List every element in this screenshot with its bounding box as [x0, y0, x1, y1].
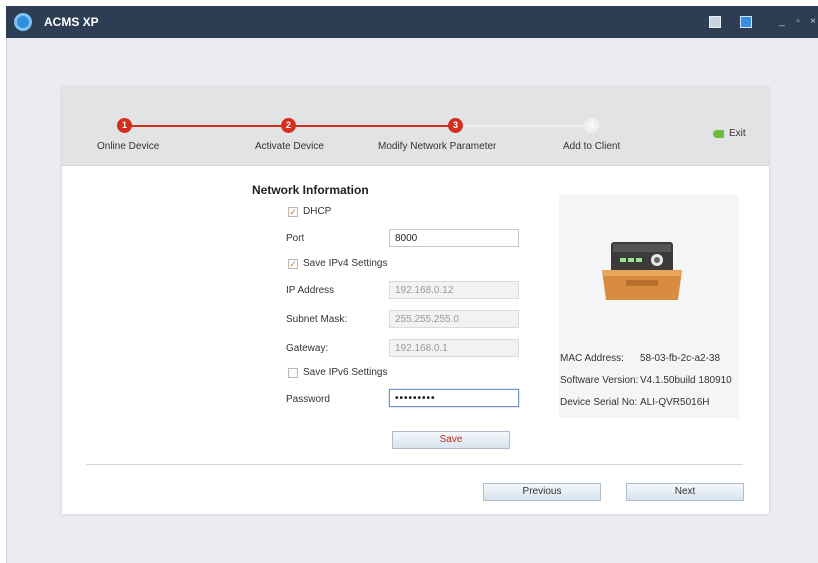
gateway-input[interactable]: 192.168.0.1 — [389, 339, 519, 357]
device-info-panel: MAC Address: 58-03-fb-2c-a2-38 Software … — [559, 195, 739, 418]
mac-address-row: MAC Address: 58-03-fb-2c-a2-38 — [560, 353, 720, 364]
save-ipv4-checkbox[interactable]: ✓ Save IPv4 Settings — [288, 258, 388, 269]
subnet-mask-input[interactable]: 255.255.255.0 — [389, 310, 519, 328]
gateway-label: Gateway: — [286, 343, 329, 354]
step-2-label: Activate Device — [255, 141, 324, 152]
ip-address-label: IP Address — [286, 285, 335, 296]
step-connector — [124, 125, 282, 127]
app-title: ACMS XP — [44, 15, 99, 29]
minimize-button[interactable]: _ — [776, 16, 788, 28]
step-connector — [292, 125, 450, 127]
exit-icon — [713, 129, 724, 138]
save-button[interactable]: Save — [392, 431, 510, 449]
app-logo-icon — [14, 13, 32, 31]
save-ipv6-label: Save IPv6 Settings — [303, 367, 388, 378]
serial-number-value: ALI-QVR5016H — [640, 397, 710, 408]
subnet-mask-label: Subnet Mask: — [286, 314, 348, 325]
dhcp-checkbox[interactable]: ✓ DHCP — [288, 206, 331, 217]
step-connector — [460, 125, 588, 127]
save-ipv6-checkbox[interactable]: Save IPv6 Settings — [288, 367, 388, 378]
checkbox-icon: ✓ — [288, 258, 298, 269]
mac-address-label: MAC Address: — [560, 353, 624, 364]
wizard-dialog: 1 2 3 4 Online Device Activate Device Mo… — [62, 87, 769, 514]
step-4-indicator: 4 — [584, 118, 599, 133]
dhcp-label: DHCP — [303, 206, 332, 217]
password-input[interactable]: ••••••••• — [389, 389, 519, 407]
serial-number-row: Device Serial No: ALI-QVR5016H — [560, 397, 709, 408]
next-button[interactable]: Next — [626, 483, 744, 501]
wizard-steps: 1 2 3 4 Online Device Activate Device Mo… — [62, 87, 769, 166]
step-4-label: Add to Client — [563, 141, 621, 152]
port-label: Port — [286, 233, 305, 244]
software-version-label: Software Version: — [560, 375, 639, 386]
save-ipv4-label: Save IPv4 Settings — [303, 258, 388, 269]
password-label: Password — [286, 394, 330, 405]
software-version-value: V4.1.50build 180910 — [640, 375, 732, 386]
exit-button[interactable]: Exit — [713, 128, 746, 139]
previous-button[interactable]: Previous — [483, 483, 601, 501]
screenshot-icon[interactable] — [709, 16, 721, 28]
serial-number-label: Device Serial No: — [560, 397, 638, 408]
checkbox-icon: ✓ — [288, 206, 298, 217]
step-1-label: Online Device — [97, 141, 160, 152]
software-version-row: Software Version: V4.1.50build 180910 — [560, 375, 732, 386]
mac-address-value: 58-03-fb-2c-a2-38 — [640, 353, 721, 364]
lock-icon[interactable] — [740, 16, 752, 28]
section-title: Network Information — [252, 183, 369, 197]
step-2-indicator: 2 — [281, 118, 296, 133]
device-icon — [602, 242, 682, 300]
checkbox-icon — [288, 367, 298, 378]
close-button[interactable]: × — [807, 16, 818, 28]
step-3-indicator: 3 — [448, 118, 463, 133]
divider — [86, 464, 743, 465]
step-1-indicator: 1 — [117, 118, 132, 133]
exit-label: Exit — [729, 128, 746, 139]
port-input[interactable]: 8000 — [389, 229, 519, 247]
ip-address-input[interactable]: 192.168.0.12 — [389, 281, 519, 299]
title-bar: ACMS XP _ ▫ × — [6, 6, 818, 38]
step-3-label: Modify Network Parameter — [378, 141, 497, 152]
maximize-button[interactable]: ▫ — [792, 16, 804, 28]
